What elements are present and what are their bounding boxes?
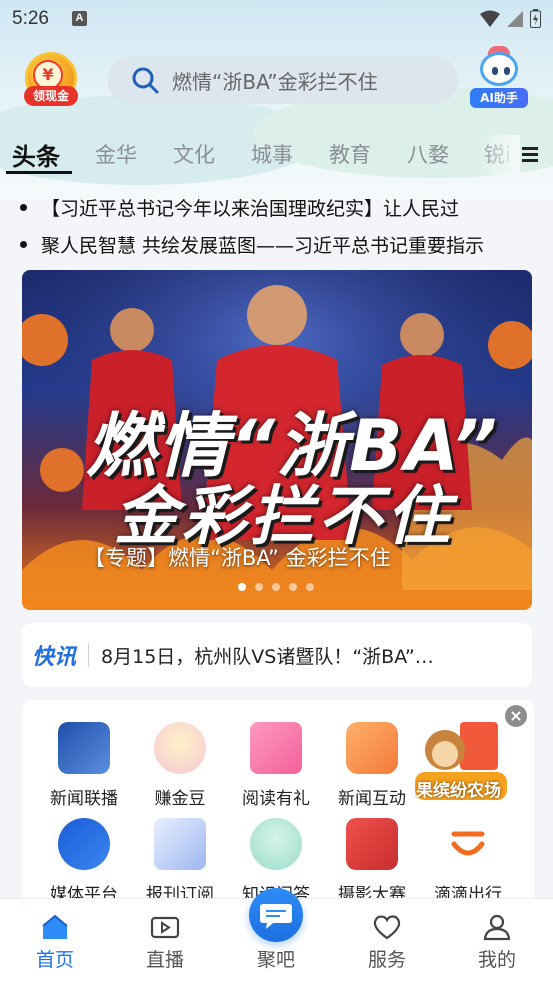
battery-icon (530, 9, 541, 28)
video-icon (150, 916, 180, 939)
nav-profile[interactable]: 我的 (452, 899, 542, 984)
camera-icon (346, 818, 398, 870)
ai-assistant-button[interactable]: AI助手 (468, 46, 530, 112)
feature-banner[interactable]: 燃情“浙BA” 金彩拦不住 【专题】燃情“浙BA” 金彩拦不住 (22, 270, 532, 610)
active-tab-indicator (6, 171, 72, 174)
service-golden-bean[interactable]: 赚金豆 (132, 704, 228, 809)
service-quiz[interactable]: 知识问答 (228, 800, 324, 905)
search-placeholder: 燃情“浙BA”金彩拦不住 (172, 69, 378, 94)
service-reading-gift[interactable]: 阅读有礼 (228, 704, 324, 809)
newspaper-icon (154, 818, 206, 870)
tab-bawu[interactable]: 八婺 (407, 139, 449, 169)
headline-item[interactable]: 【习近平总书记今年以来治国理政纪实】让人民过 (20, 193, 535, 221)
banner-caption: 【专题】燃情“浙BA” 金彩拦不住 (84, 546, 391, 570)
service-news-interaction[interactable]: 新闻互动 (324, 704, 420, 809)
close-float-icon[interactable]: × (505, 705, 527, 727)
tab-city[interactable]: 城事 (251, 139, 293, 169)
nav-live[interactable]: 直播 (120, 899, 210, 984)
tab-culture[interactable]: 文化 (173, 139, 215, 169)
farm-game-label: 果缤纷农场 (416, 781, 501, 801)
didi-icon (442, 818, 494, 870)
service-newspaper[interactable]: 报刊订阅 (132, 800, 228, 905)
channel-menu-icon[interactable] (522, 147, 538, 162)
carousel-dot[interactable] (255, 583, 263, 591)
quiz-icon (250, 818, 302, 870)
channel-tabs: 头条 金华 文化 城事 教育 八婺 锐i (0, 135, 553, 177)
service-photo-contest[interactable]: 摄影大赛 (324, 800, 420, 905)
signal-icon (507, 10, 523, 27)
ai-assistant-label: AI助手 (470, 88, 528, 108)
nav-home[interactable]: 首页 (10, 899, 100, 984)
carousel-dots[interactable] (238, 583, 314, 591)
notification-icon: A (72, 11, 87, 26)
carousel-dot[interactable] (289, 583, 297, 591)
tab-headlines[interactable]: 头条 (12, 137, 60, 172)
media-platform-icon (58, 818, 110, 870)
carousel-dot[interactable] (238, 583, 246, 591)
heart-icon (373, 915, 401, 940)
headline-item[interactable]: 聚人民智慧 共绘发展蓝图——习近平总书记重要指示 (20, 230, 535, 258)
search-icon (132, 67, 159, 94)
juba-chat-button[interactable] (249, 888, 303, 942)
cash-reward-button[interactable]: ¥ 领现金 (22, 52, 80, 110)
home-icon (42, 914, 68, 939)
cash-reward-label: 领现金 (24, 86, 78, 106)
status-time: 5:26 (12, 8, 49, 29)
flash-news-label: 快讯 (32, 645, 77, 670)
user-icon (483, 914, 511, 941)
status-bar: 5:26 A (0, 0, 553, 40)
flash-news-text: 8月15日，杭州队VS诸暨队！“浙BA”… (101, 645, 434, 668)
service-media-platform[interactable]: 媒体平台 (36, 800, 132, 905)
carousel-dot[interactable] (306, 583, 314, 591)
carousel-dot[interactable] (272, 583, 280, 591)
flash-news-bar[interactable]: 快讯 8月15日，杭州队VS诸暨队！“浙BA”… (22, 623, 532, 687)
headline-text: 【习近平总书记今年以来治国理政纪实】让人民过 (41, 197, 460, 220)
service-news-broadcast[interactable]: 新闻联播 (36, 704, 132, 809)
wifi-icon (480, 10, 500, 27)
golden-bean-icon (154, 722, 206, 774)
tab-jinhua[interactable]: 金华 (95, 139, 137, 169)
headline-text: 聚人民智慧 共绘发展蓝图——习近平总书记重要指示 (41, 234, 485, 257)
gift-icon (250, 722, 302, 774)
nav-services[interactable]: 服务 (342, 899, 432, 984)
chat-icon (260, 904, 292, 929)
news-broadcast-icon (58, 722, 110, 774)
interaction-icon (346, 722, 398, 774)
tab-education[interactable]: 教育 (329, 139, 371, 169)
farm-game-float[interactable]: 果缤纷农场 (410, 720, 510, 815)
search-bar[interactable]: 燃情“浙BA”金彩拦不住 (108, 56, 458, 104)
